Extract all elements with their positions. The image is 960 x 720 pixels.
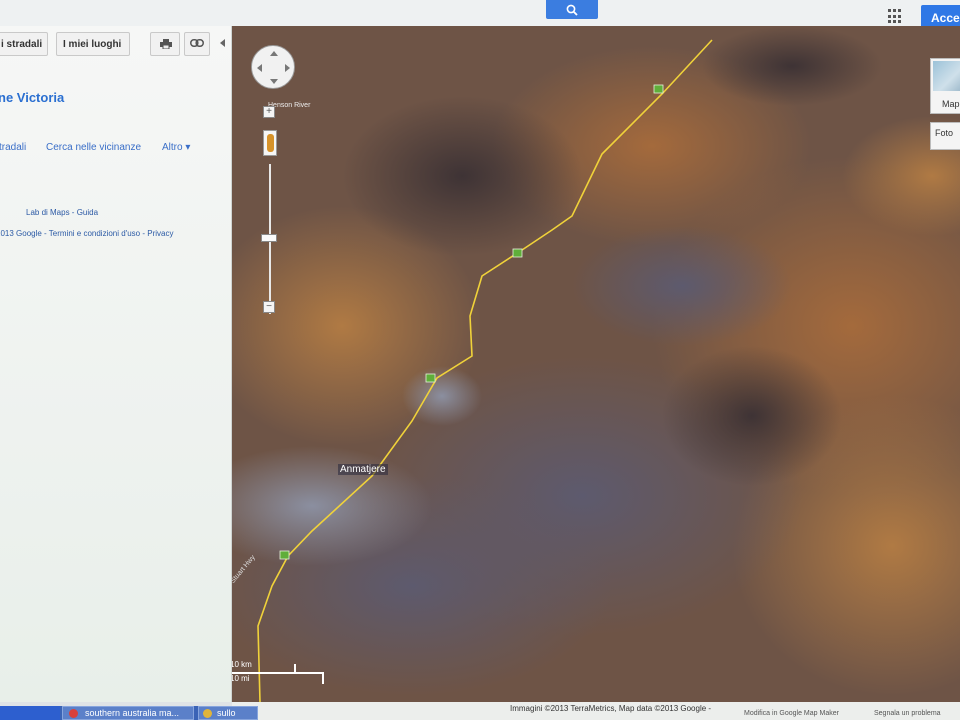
scale-label-km: 10 km [232, 660, 252, 669]
map-canvas[interactable]: Map Foto Henson River + − Anmatjere Stua… [232, 26, 960, 702]
directions-link[interactable]: stradali [0, 142, 26, 153]
satellite-terrain [232, 26, 960, 702]
zoom-out-button[interactable]: − [263, 301, 275, 313]
link-button[interactable] [184, 32, 210, 56]
side-panel: i stradali I miei luoghi ne Victoria str… [0, 26, 232, 702]
directions-button[interactable]: i stradali [0, 32, 48, 56]
pan-left-icon[interactable] [257, 64, 262, 72]
collapse-panel-arrow-icon[interactable] [220, 39, 225, 47]
labs-help-links[interactable]: Lab di Maps - Guida [26, 208, 98, 217]
map-thumbnail [933, 61, 960, 91]
pan-up-icon[interactable] [270, 51, 278, 56]
zoom-in-button[interactable]: + [263, 106, 275, 118]
scale-bar: 10 km 10 mi [232, 660, 326, 686]
print-button[interactable] [150, 32, 180, 56]
screen: Acce i stradali I miei luoghi ne Victori… [0, 0, 960, 720]
apps-grid-icon[interactable] [888, 9, 903, 24]
search-button[interactable] [546, 0, 598, 19]
my-places-button[interactable]: I miei luoghi [56, 32, 130, 56]
map-type-switch[interactable]: Map [930, 58, 960, 114]
start-button[interactable] [0, 706, 60, 720]
pan-right-icon[interactable] [285, 64, 290, 72]
pegman-icon[interactable] [263, 130, 277, 156]
browser-icon [69, 709, 78, 718]
taskbar-item-label: southern australia ma... [85, 708, 180, 718]
map-type-label: Map [942, 99, 960, 109]
pan-down-icon[interactable] [270, 79, 278, 84]
print-icon [160, 39, 172, 50]
taskbar-item-label: sullo [217, 708, 236, 718]
attribution-bar: Immagini ©2013 TerraMetrics, Map data ©2… [232, 702, 960, 720]
top-bar: Acce [0, 0, 960, 30]
place-title: ne Victoria [0, 90, 65, 105]
app-icon [203, 709, 212, 718]
attribution-text: Immagini ©2013 TerraMetrics, Map data ©2… [510, 704, 712, 713]
scale-label-mi: 10 mi [232, 674, 250, 683]
link-icon [190, 39, 204, 47]
terms-privacy-links[interactable]: 2013 Google - Termini e condizioni d'uso… [0, 229, 173, 238]
photos-button[interactable]: Foto [930, 122, 960, 150]
town-label[interactable]: Anmatjere [338, 464, 388, 475]
map-maker-link[interactable]: Modifica in Google Map Maker [744, 710, 839, 717]
more-link[interactable]: Altro ▾ [162, 142, 190, 153]
search-nearby-link[interactable]: Cerca nelle vicinanze [46, 142, 141, 153]
pan-control[interactable] [251, 45, 295, 89]
zoom-slider-thumb[interactable] [261, 234, 277, 242]
report-problem-link[interactable]: Segnala un problema [874, 710, 941, 717]
taskbar-item-browser[interactable]: southern australia ma... [62, 706, 194, 720]
search-icon [566, 4, 578, 16]
taskbar: southern australia ma... sullo [0, 706, 258, 720]
taskbar-item-second[interactable]: sullo [198, 706, 258, 720]
